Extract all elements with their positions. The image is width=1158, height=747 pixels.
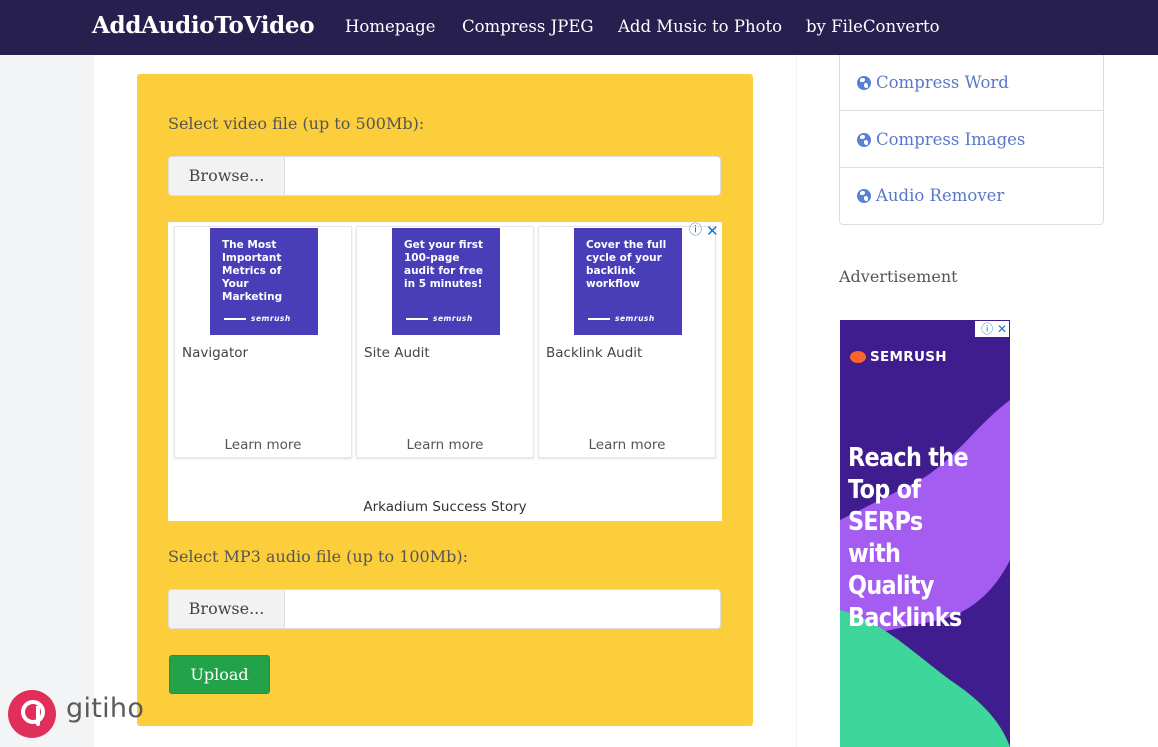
audio-browse-button[interactable]: Browse...	[169, 590, 285, 628]
learn-more-link[interactable]: Learn more	[357, 437, 533, 453]
nav-by-fileconverto[interactable]: by FileConverto	[806, 17, 940, 36]
sidebar-tool-list: Compress Word Compress Images Audio Remo…	[839, 55, 1104, 225]
semrush-logo: SEMRUSH	[870, 349, 947, 365]
audio-file-input[interactable]: Browse...	[168, 589, 721, 629]
learn-more-link[interactable]: Learn more	[175, 437, 351, 453]
info-icon[interactable]: ⓘ	[689, 224, 702, 238]
gitiho-logo-icon	[8, 690, 56, 738]
navbar: AddAudioToVideo Homepage Compress JPEG A…	[0, 0, 1158, 55]
upload-button[interactable]: Upload	[169, 655, 270, 694]
ad-card[interactable]: The Most Important Metrics of Your Marke…	[174, 226, 352, 458]
ad-footer-text[interactable]: Arkadium Success Story	[168, 499, 722, 515]
globe-icon	[857, 133, 871, 147]
ad-card[interactable]: Get your first 100-page audit for free i…	[356, 226, 534, 458]
audio-file-label: Select MP3 audio file (up to 100Mb):	[168, 547, 468, 566]
watermark-text: gitiho	[66, 693, 145, 724]
ad-card-image[interactable]: The Most Important Metrics of Your Marke…	[210, 228, 318, 335]
semrush-logo: semrush	[406, 312, 473, 325]
sidebar-item-label[interactable]: Audio Remover	[876, 186, 1004, 205]
semrush-logo: semrush	[588, 312, 655, 325]
ad-card-image-text: Cover the full cycle of your backlink wo…	[586, 239, 667, 290]
video-file-input[interactable]: Browse...	[168, 156, 721, 196]
semrush-logo: semrush	[224, 312, 291, 325]
sidebar-item-label[interactable]: Compress Images	[876, 130, 1025, 149]
ad-card-title[interactable]: Site Audit	[364, 345, 430, 361]
inline-ad[interactable]: The Most Important Metrics of Your Marke…	[168, 222, 722, 521]
sidebar-item-audio-remover[interactable]: Audio Remover	[840, 168, 1103, 224]
sidebar-item-label[interactable]: Compress Word	[876, 73, 1009, 92]
sidebar-item-compress-word[interactable]: Compress Word	[840, 55, 1103, 111]
close-icon[interactable]: ✕	[706, 224, 719, 239]
ad-card-image-text: The Most Important Metrics of Your Marke…	[222, 239, 283, 303]
skyscraper-ad[interactable]: SEMRUSH Reach the Top of SERPs with Qual…	[840, 320, 1010, 747]
ad-card-image[interactable]: Cover the full cycle of your backlink wo…	[574, 228, 682, 335]
ad-card-image-text: Get your first 100-page audit for free i…	[404, 239, 484, 290]
ad-card-title[interactable]: Navigator	[182, 345, 248, 361]
sidebar-item-compress-images[interactable]: Compress Images	[840, 112, 1103, 168]
learn-more-link[interactable]: Learn more	[539, 437, 715, 453]
semrush-logo-icon	[850, 351, 866, 363]
globe-icon	[857, 189, 871, 203]
ad-card-image[interactable]: Get your first 100-page audit for free i…	[392, 228, 500, 335]
nav-homepage[interactable]: Homepage	[345, 17, 435, 36]
ad-card[interactable]: Cover the full cycle of your backlink wo…	[538, 226, 716, 458]
nav-add-music-to-photo[interactable]: Add Music to Photo	[618, 17, 782, 36]
globe-icon	[857, 76, 871, 90]
ad-card-title[interactable]: Backlink Audit	[546, 345, 642, 361]
video-file-name[interactable]	[286, 157, 720, 195]
nav-compress-jpeg[interactable]: Compress JPEG	[462, 17, 594, 36]
advertisement-label: Advertisement	[839, 267, 958, 286]
audio-file-name[interactable]	[286, 590, 720, 628]
video-file-label: Select video file (up to 500Mb):	[168, 114, 425, 133]
site-brand[interactable]: AddAudioToVideo	[92, 12, 315, 39]
video-browse-button[interactable]: Browse...	[169, 157, 285, 195]
ad-headline[interactable]: Reach the Top of SERPs with Quality Back…	[848, 442, 981, 634]
adchoices-icon[interactable]: ⓘ ✕	[975, 321, 1009, 337]
